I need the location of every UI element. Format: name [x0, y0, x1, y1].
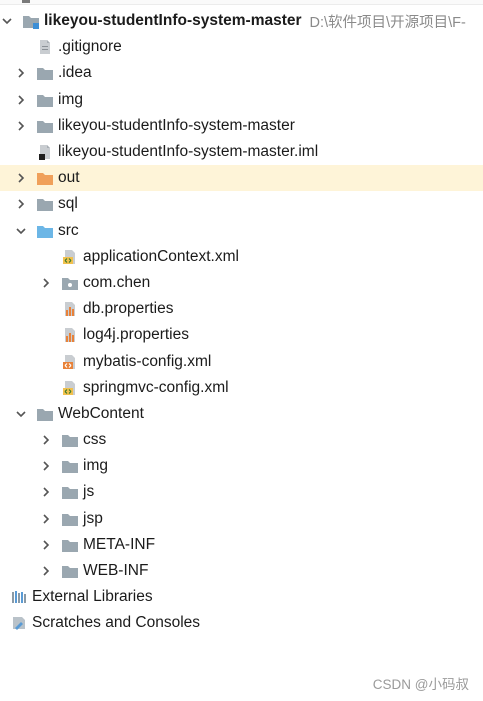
- chevron-right-icon[interactable]: [14, 119, 28, 133]
- tree-label: Scratches and Consoles: [32, 614, 201, 632]
- properties-file-icon: [61, 326, 79, 344]
- tree-label: WebContent: [58, 404, 144, 422]
- tree-row-jsp[interactable]: jsp: [0, 506, 483, 532]
- folder-icon: [61, 510, 79, 528]
- tree-row-com-chen[interactable]: com.chen: [0, 270, 483, 296]
- source-folder-icon: [36, 222, 54, 240]
- tree-label: External Libraries: [32, 588, 153, 606]
- chevron-down-icon[interactable]: [14, 407, 28, 421]
- watermark: CSDN @小码叔: [372, 677, 469, 692]
- spring-xml-file-icon: [61, 379, 79, 397]
- tree-row-gitignore[interactable]: .gitignore: [0, 34, 483, 60]
- tree-row-js[interactable]: js: [0, 479, 483, 505]
- chevron-right-icon[interactable]: [39, 459, 53, 473]
- tree-label: js: [83, 483, 95, 501]
- tree-label: applicationContext.xml: [83, 247, 239, 265]
- folder-icon: [61, 536, 79, 554]
- tree-label: META-INF: [83, 535, 156, 553]
- toolbar-fragment: [22, 0, 30, 3]
- tree-label: .gitignore: [58, 38, 122, 56]
- tree-row-project-root[interactable]: likeyou-studentInfo-system-master D:\软件项…: [0, 8, 483, 34]
- module-folder-icon: [22, 12, 40, 30]
- tree-row-application-context[interactable]: applicationContext.xml: [0, 244, 483, 270]
- tree-row-sql[interactable]: sql: [0, 191, 483, 217]
- text-file-icon: [36, 38, 54, 56]
- scratches-icon: [10, 614, 28, 632]
- tree-row-css[interactable]: css: [0, 427, 483, 453]
- project-root-path: D:\软件项目\开源项目\F-: [309, 14, 466, 31]
- tree-label: log4j.properties: [83, 326, 189, 344]
- tree-row-webcontent[interactable]: WebContent: [0, 401, 483, 427]
- folder-icon: [61, 431, 79, 449]
- chevron-right-icon[interactable]: [14, 171, 28, 185]
- tree-row-web-inf[interactable]: WEB-INF: [0, 558, 483, 584]
- chevron-right-icon[interactable]: [14, 66, 28, 80]
- folder-icon: [36, 91, 54, 109]
- tree-label: jsp: [83, 509, 103, 527]
- tree-row-iml[interactable]: likeyou-studentInfo-system-master.iml: [0, 139, 483, 165]
- tree-row-mybatis-config[interactable]: mybatis-config.xml: [0, 348, 483, 374]
- tree-label: src: [58, 221, 79, 239]
- chevron-right-icon[interactable]: [39, 433, 53, 447]
- tree-label: .idea: [58, 64, 92, 82]
- chevron-right-icon[interactable]: [39, 564, 53, 578]
- folder-icon: [61, 483, 79, 501]
- project-root-label: likeyou-studentInfo-system-master: [44, 12, 302, 30]
- folder-icon: [36, 64, 54, 82]
- libraries-icon: [10, 588, 28, 606]
- folder-icon: [36, 117, 54, 135]
- tree-label: img: [58, 90, 83, 108]
- tree-label: likeyou-studentInfo-system-master.iml: [58, 143, 319, 161]
- chevron-right-icon[interactable]: [39, 512, 53, 526]
- properties-file-icon: [61, 300, 79, 318]
- tree-label: com.chen: [83, 273, 151, 291]
- folder-icon: [36, 405, 54, 423]
- folder-icon: [61, 562, 79, 580]
- package-icon: [61, 274, 79, 292]
- tree-row-meta-inf[interactable]: META-INF: [0, 532, 483, 558]
- tree-row-src[interactable]: src: [0, 218, 483, 244]
- chevron-right-icon[interactable]: [39, 485, 53, 499]
- tree-label: css: [83, 431, 107, 449]
- iml-file-icon: [36, 143, 54, 161]
- window-top-edge: [0, 0, 483, 5]
- tree-row-db-properties[interactable]: db.properties: [0, 296, 483, 322]
- tree-row-springmvc-config[interactable]: springmvc-config.xml: [0, 375, 483, 401]
- tree-label: db.properties: [83, 300, 174, 318]
- spring-xml-file-icon: [61, 248, 79, 266]
- tree-label: out: [58, 169, 80, 187]
- tree-label: springmvc-config.xml: [83, 378, 229, 396]
- tree-row-scratches[interactable]: Scratches and Consoles: [0, 610, 483, 636]
- tree-label: img: [83, 457, 108, 475]
- tree-label: likeyou-studentInfo-system-master: [58, 116, 295, 134]
- tree-label: sql: [58, 195, 78, 213]
- tree-row-idea[interactable]: .idea: [0, 60, 483, 86]
- chevron-down-icon[interactable]: [0, 14, 14, 28]
- tree-label: WEB-INF: [83, 562, 149, 580]
- chevron-right-icon[interactable]: [14, 197, 28, 211]
- tree-row-inner-project[interactable]: likeyou-studentInfo-system-master: [0, 113, 483, 139]
- folder-icon: [36, 195, 54, 213]
- chevron-right-icon[interactable]: [14, 93, 28, 107]
- excluded-folder-icon: [36, 169, 54, 187]
- folder-icon: [61, 457, 79, 475]
- project-tree[interactable]: likeyou-studentInfo-system-master D:\软件项…: [0, 8, 483, 637]
- tree-row-out[interactable]: out: [0, 165, 483, 192]
- tree-row-external-libraries[interactable]: External Libraries: [0, 584, 483, 610]
- chevron-right-icon[interactable]: [39, 276, 53, 290]
- tree-row-web-img[interactable]: img: [0, 453, 483, 479]
- tree-label: mybatis-config.xml: [83, 352, 212, 370]
- tree-row-log4j-properties[interactable]: log4j.properties: [0, 322, 483, 348]
- xml-file-icon: [61, 353, 79, 371]
- chevron-right-icon[interactable]: [39, 538, 53, 552]
- tree-row-img[interactable]: img: [0, 87, 483, 113]
- chevron-down-icon[interactable]: [14, 224, 28, 238]
